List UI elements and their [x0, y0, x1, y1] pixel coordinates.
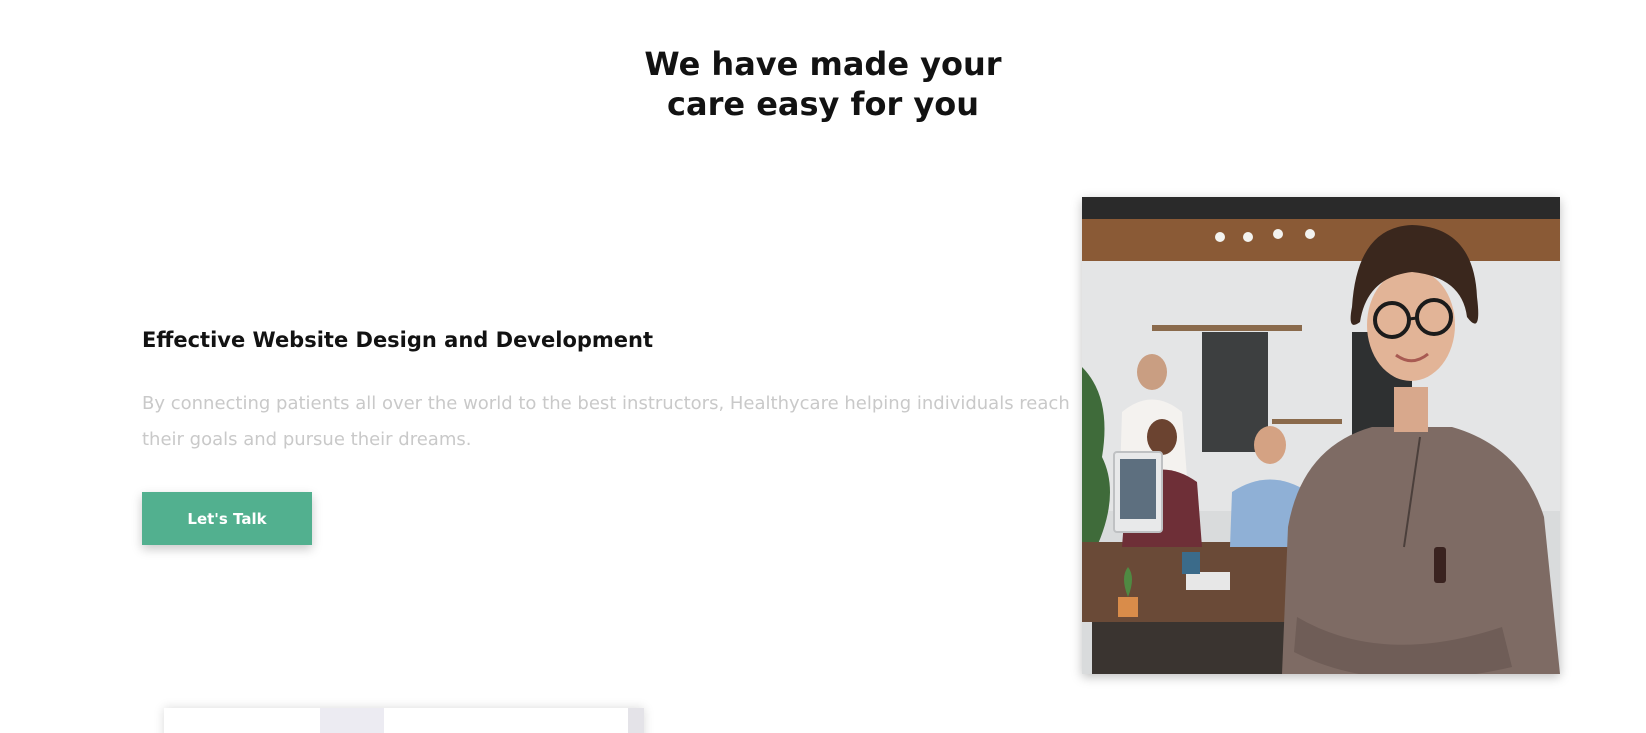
- photo-lamp-1: [1215, 232, 1225, 242]
- section-title-line-1: We have made your: [644, 45, 1002, 83]
- photo-person-back-head: [1137, 354, 1167, 390]
- page: We have made your care easy for you Effe…: [0, 0, 1646, 733]
- photo-woman-glasses-bridge: [1408, 316, 1418, 321]
- photo-table-legs: [1092, 622, 1292, 674]
- photo-mug: [1182, 552, 1200, 574]
- photo-ceiling: [1082, 197, 1560, 219]
- photo-ceiling-wood: [1082, 219, 1560, 261]
- feature-description: By connecting patients all over the worl…: [142, 393, 1070, 450]
- photo-person-right-head: [1254, 426, 1286, 464]
- next-section-card: [164, 708, 644, 733]
- photo-lamp-3: [1273, 229, 1283, 239]
- card-stripe: [320, 708, 384, 733]
- photo-shelf: [1152, 325, 1302, 331]
- card-edge: [628, 708, 644, 733]
- photo-lamp-4: [1305, 229, 1315, 239]
- photo-woman-neck: [1394, 387, 1428, 432]
- feature-heading: Effective Website Design and Development: [142, 328, 654, 352]
- section-title-line-2: care easy for you: [667, 85, 979, 123]
- photo-plant-pot: [1118, 597, 1138, 617]
- feature-photo: [1082, 197, 1560, 674]
- photo-woman-bracelet: [1434, 547, 1446, 583]
- photo-lamp-2: [1243, 232, 1253, 242]
- lets-talk-button[interactable]: Let's Talk: [142, 492, 312, 545]
- photo-woman-face: [1367, 269, 1455, 381]
- photo-shelf-2: [1272, 419, 1342, 424]
- photo-person-left-head: [1147, 419, 1177, 455]
- photo-keyboard: [1186, 572, 1230, 590]
- photo-monitor-screen: [1120, 459, 1156, 519]
- section-title: We have made your care easy for you: [0, 44, 1646, 124]
